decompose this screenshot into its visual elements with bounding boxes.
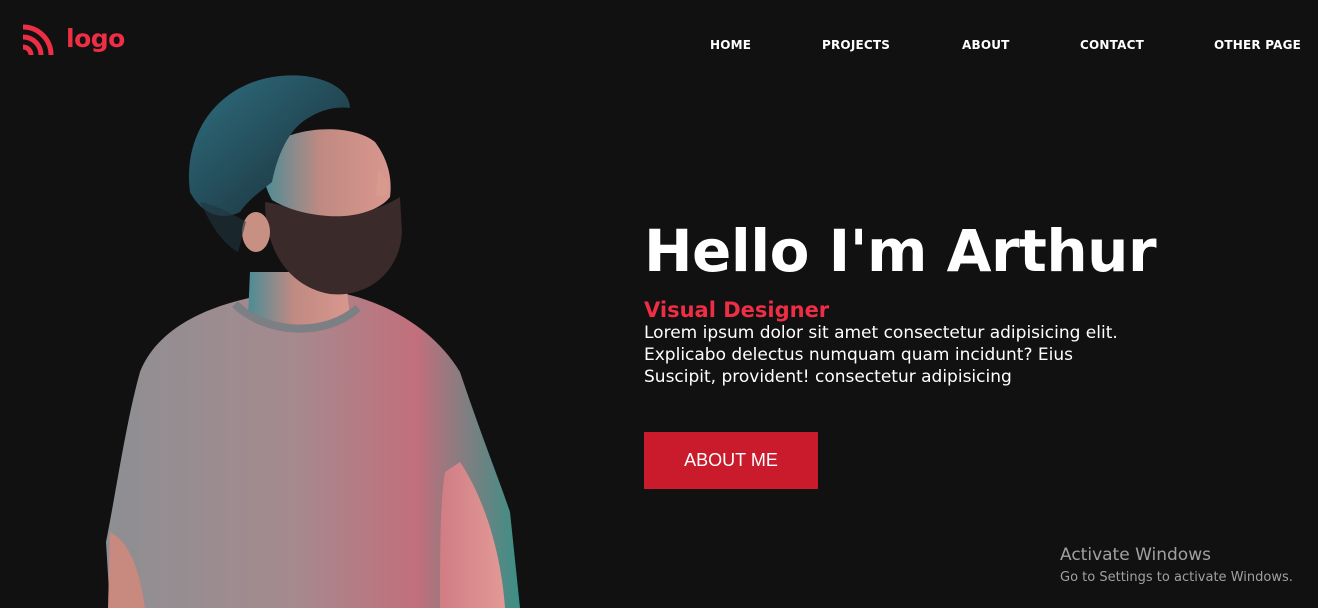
hero-description-line: Lorem ipsum dolor sit amet consectetur a… <box>644 323 1118 343</box>
watermark-title: Activate Windows <box>1060 545 1211 565</box>
main-nav: HOME PROJECTS ABOUT CONTACT OTHER PAGE <box>0 38 1318 54</box>
nav-item-about[interactable]: ABOUT <box>962 38 1010 52</box>
hero-description-line: Suscipit, provident! consectetur adipisi… <box>644 367 1012 387</box>
about-me-button[interactable]: ABOUT ME <box>644 432 818 489</box>
nav-item-contact[interactable]: CONTACT <box>1080 38 1144 52</box>
portrait-image <box>106 75 520 608</box>
activate-windows-watermark: Activate Windows Go to Settings to activ… <box>1060 545 1293 587</box>
hero-role: Visual Designer <box>644 298 830 322</box>
nav-item-projects[interactable]: PROJECTS <box>822 38 890 52</box>
hero-title: Hello I'm Arthur <box>644 217 1157 285</box>
nav-item-home[interactable]: HOME <box>710 38 751 52</box>
watermark-subtitle: Go to Settings to activate Windows. <box>1060 570 1293 585</box>
hero-section: Hello I'm Arthur Visual Designer Lorem i… <box>644 212 1244 388</box>
hero-description: Lorem ipsum dolor sit amet consectetur a… <box>644 322 1204 388</box>
hero-description-line: Explicabo delectus numquam quam incidunt… <box>644 345 1073 365</box>
nav-item-other-page[interactable]: OTHER PAGE <box>1214 38 1301 52</box>
